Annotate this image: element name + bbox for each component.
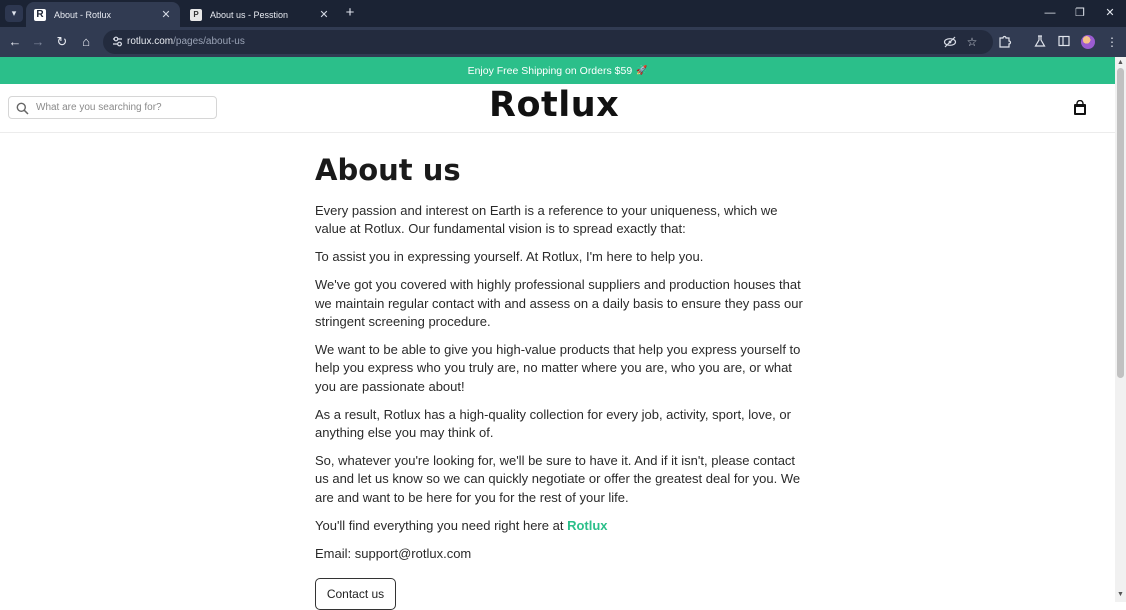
minimize-window-button[interactable]: — <box>1040 3 1060 23</box>
scroll-down-arrow-icon[interactable]: ▼ <box>1115 590 1126 600</box>
home-icon[interactable]: ⌂ <box>78 34 94 50</box>
rocket-icon: 🚀 <box>636 65 648 75</box>
back-arrow-icon[interactable]: ← <box>7 34 23 50</box>
chevron-down-icon: ▾ <box>11 8 17 18</box>
address-bar[interactable]: rotlux.com/pages/about-us ☆ <box>103 30 993 54</box>
browser-tab[interactable]: P About us - Pesstion ✕ <box>182 2 338 27</box>
tab-title: About - Rotlux <box>54 9 112 20</box>
close-tab-icon[interactable]: ✕ <box>160 8 172 21</box>
close-window-button[interactable]: ✕ <box>1100 3 1120 23</box>
url-host: rotlux.com <box>127 36 174 47</box>
announcement-text: Enjoy Free Shipping on Orders $59 <box>467 64 633 77</box>
tab-title: About us - Pesstion <box>210 9 289 20</box>
eye-off-icon[interactable] <box>943 35 957 49</box>
tab-search-menu-button[interactable]: ▾ <box>5 5 23 22</box>
page-scrollbar[interactable]: ▲ ▼ <box>1115 57 1126 602</box>
paragraph: We've got you covered with highly profes… <box>315 277 803 330</box>
announcement-bar: Enjoy Free Shipping on Orders $59 🚀 <box>0 57 1115 84</box>
find-text: You'll find everything you need right he… <box>315 517 568 533</box>
browser-menu-icon[interactable]: ⋮ <box>1104 34 1120 50</box>
browser-tab-strip: ▾ R About - Rotlux ✕ P About us - Pessti… <box>0 0 1126 27</box>
page-title: About us <box>315 153 461 187</box>
tab-favicon: P <box>190 8 202 21</box>
profile-avatar[interactable] <box>1081 35 1095 49</box>
search-input[interactable] <box>36 100 211 115</box>
contact-us-button[interactable]: Contact us <box>315 578 396 610</box>
forward-arrow-icon[interactable]: → <box>30 34 46 50</box>
url-path: /pages/about-us <box>173 36 245 47</box>
search-icon <box>16 102 29 115</box>
lab-flask-icon[interactable] <box>1032 34 1048 50</box>
new-tab-button[interactable]: + <box>342 5 358 21</box>
shopping-bag-icon[interactable] <box>1073 100 1087 116</box>
url-text[interactable]: rotlux.com/pages/about-us <box>127 36 245 47</box>
scroll-up-arrow-icon[interactable]: ▲ <box>1115 58 1126 68</box>
rotlux-link[interactable]: Rotlux <box>567 518 607 533</box>
paragraph: We want to be able to give you high-valu… <box>315 341 801 394</box>
paragraph: To assist you in expressing yourself. At… <box>315 249 704 265</box>
bookmark-star-icon[interactable]: ☆ <box>965 35 979 49</box>
site-header: Rotlux <box>0 84 1115 133</box>
paragraph: Every passion and interest on Earth is a… <box>315 203 778 237</box>
close-tab-icon[interactable]: ✕ <box>318 8 330 21</box>
email-text: Email: support@rotlux.com <box>315 545 472 561</box>
about-content: About us Every passion and interest on E… <box>315 150 805 563</box>
site-logo[interactable]: Rotlux <box>489 85 619 125</box>
reload-icon[interactable]: ↻ <box>54 34 70 50</box>
find-everything-text: You'll find everything you need right he… <box>315 517 805 535</box>
tab-favicon: R <box>34 8 46 21</box>
browser-tab-active[interactable]: R About - Rotlux ✕ <box>26 2 180 27</box>
site-settings-icon[interactable] <box>111 35 124 48</box>
scroll-thumb[interactable] <box>1117 68 1124 378</box>
paragraph: As a result, Rotlux has a high-quality c… <box>315 406 791 441</box>
restore-window-button[interactable]: ❐ <box>1070 3 1090 23</box>
paragraph: So, whatever you're looking for, we'll b… <box>315 452 801 505</box>
browser-toolbar: ← → ↻ ⌂ rotlux.com/pages/about-us ☆ ⋮ <box>0 27 1126 57</box>
extensions-puzzle-icon[interactable] <box>997 34 1013 50</box>
search-box[interactable] <box>8 96 217 119</box>
side-panel-icon[interactable] <box>1056 34 1072 50</box>
